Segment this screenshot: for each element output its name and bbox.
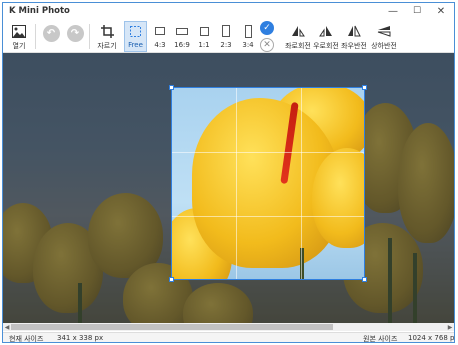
ratio-3-4-icon [244,24,252,38]
crop-cancel-button[interactable]: ✕ [260,38,274,52]
crop-label: 자르기 [97,42,117,50]
free-ratio-icon [130,22,141,40]
close-button[interactable]: ✕ [432,4,450,18]
rotate-right-button[interactable]: 우로회전 [313,22,339,52]
flip-horizontal-icon [347,22,361,40]
flip-horizontal-button[interactable]: 좌우반전 [341,22,367,52]
minimize-button[interactable]: — [384,4,402,18]
rotate-right-icon [319,22,333,40]
crop-handle-top-right[interactable] [362,85,367,90]
crop-grid-line [236,88,237,279]
crop-grid-line [172,152,364,153]
app-window: K Mini Photo — ☐ ✕ 열기 ↶ ↷ 자르기 Free 4:3 1… [2,2,455,343]
toolbar-divider [35,24,36,49]
image-icon [12,22,26,40]
ratio-1-1-icon [199,26,209,36]
toolbar-divider [89,24,90,49]
ratio-free-button[interactable]: Free [124,21,147,52]
undo-button[interactable]: ↶ [41,22,61,52]
ratio-2-3-icon [222,25,230,37]
crop-grid-line [301,88,302,279]
ratio-16-9-icon [176,27,188,35]
flip-vertical-icon [377,22,391,40]
ratio-1-1-label: 1:1 [198,41,210,49]
close-icon: ✕ [436,5,446,17]
ratio-4-3-label: 4:3 [154,41,166,49]
crop-grid-line [172,216,364,217]
cancel-icon: ✕ [260,38,274,52]
ratio-2-3-label: 2:3 [220,41,232,49]
ratio-16-9-label: 16:9 [174,41,190,49]
current-size-value: 341 x 338 px [57,334,104,342]
title-bar: K Mini Photo — ☐ ✕ [3,3,454,20]
ratio-4-3-button[interactable]: 4:3 [151,22,169,52]
original-size-value: 1024 x 768 px [408,334,455,342]
image-canvas[interactable] [3,53,454,323]
ratio-16-9-button[interactable]: 16:9 [172,22,192,52]
scroll-right-icon[interactable]: ▶ [446,323,454,331]
minimize-icon: — [388,5,398,17]
crop-apply-button[interactable]: ✓ [260,21,274,35]
ratio-1-1-button[interactable]: 1:1 [195,22,213,52]
ratio-3-4-label: 3:4 [242,41,254,49]
current-size-label: 현재 사이즈 [9,335,44,343]
status-bar: 현재 사이즈 341 x 338 px 원본 사이즈 1024 x 768 px [3,332,455,343]
ratio-2-3-button[interactable]: 2:3 [217,22,235,52]
horizontal-scrollbar[interactable]: ◀ ▶ [3,323,454,331]
flip-vertical-label: 상하반전 [371,42,397,50]
open-label: 열기 [12,42,26,50]
ratio-3-4-button[interactable]: 3:4 [239,22,257,52]
crop-button[interactable]: 자르기 [94,22,120,52]
checkmark-icon: ✓ [260,21,274,35]
rotate-left-icon [291,22,305,40]
scroll-left-icon[interactable]: ◀ [3,323,11,331]
redo-button[interactable]: ↷ [65,22,85,52]
rotate-right-label: 우로회전 [313,42,339,50]
flip-horizontal-label: 좌우반전 [341,42,367,50]
original-size-label: 원본 사이즈 [363,335,398,343]
crop-selection[interactable] [171,87,365,280]
undo-icon: ↶ [42,24,60,42]
crop-icon [100,22,114,40]
redo-icon: ↷ [66,24,84,42]
crop-handle-bottom-left[interactable] [169,277,174,282]
crop-handle-top-left[interactable] [169,85,174,90]
rotate-left-label: 좌로회전 [285,42,311,50]
free-label: Free [128,41,143,49]
open-button[interactable]: 열기 [8,22,30,52]
app-title: K Mini Photo [9,6,70,16]
flip-vertical-button[interactable]: 상하반전 [371,22,397,52]
scrollbar-thumb[interactable] [11,324,333,330]
toolbar: 열기 ↶ ↷ 자르기 Free 4:3 16:9 1:1 2:3 3:4 ✓ ✕… [3,20,454,53]
crop-handle-bottom-right[interactable] [362,277,367,282]
maximize-button[interactable]: ☐ [408,4,426,18]
rotate-left-button[interactable]: 좌로회전 [285,22,311,52]
ratio-4-3-icon [155,27,165,35]
maximize-icon: ☐ [412,6,422,16]
